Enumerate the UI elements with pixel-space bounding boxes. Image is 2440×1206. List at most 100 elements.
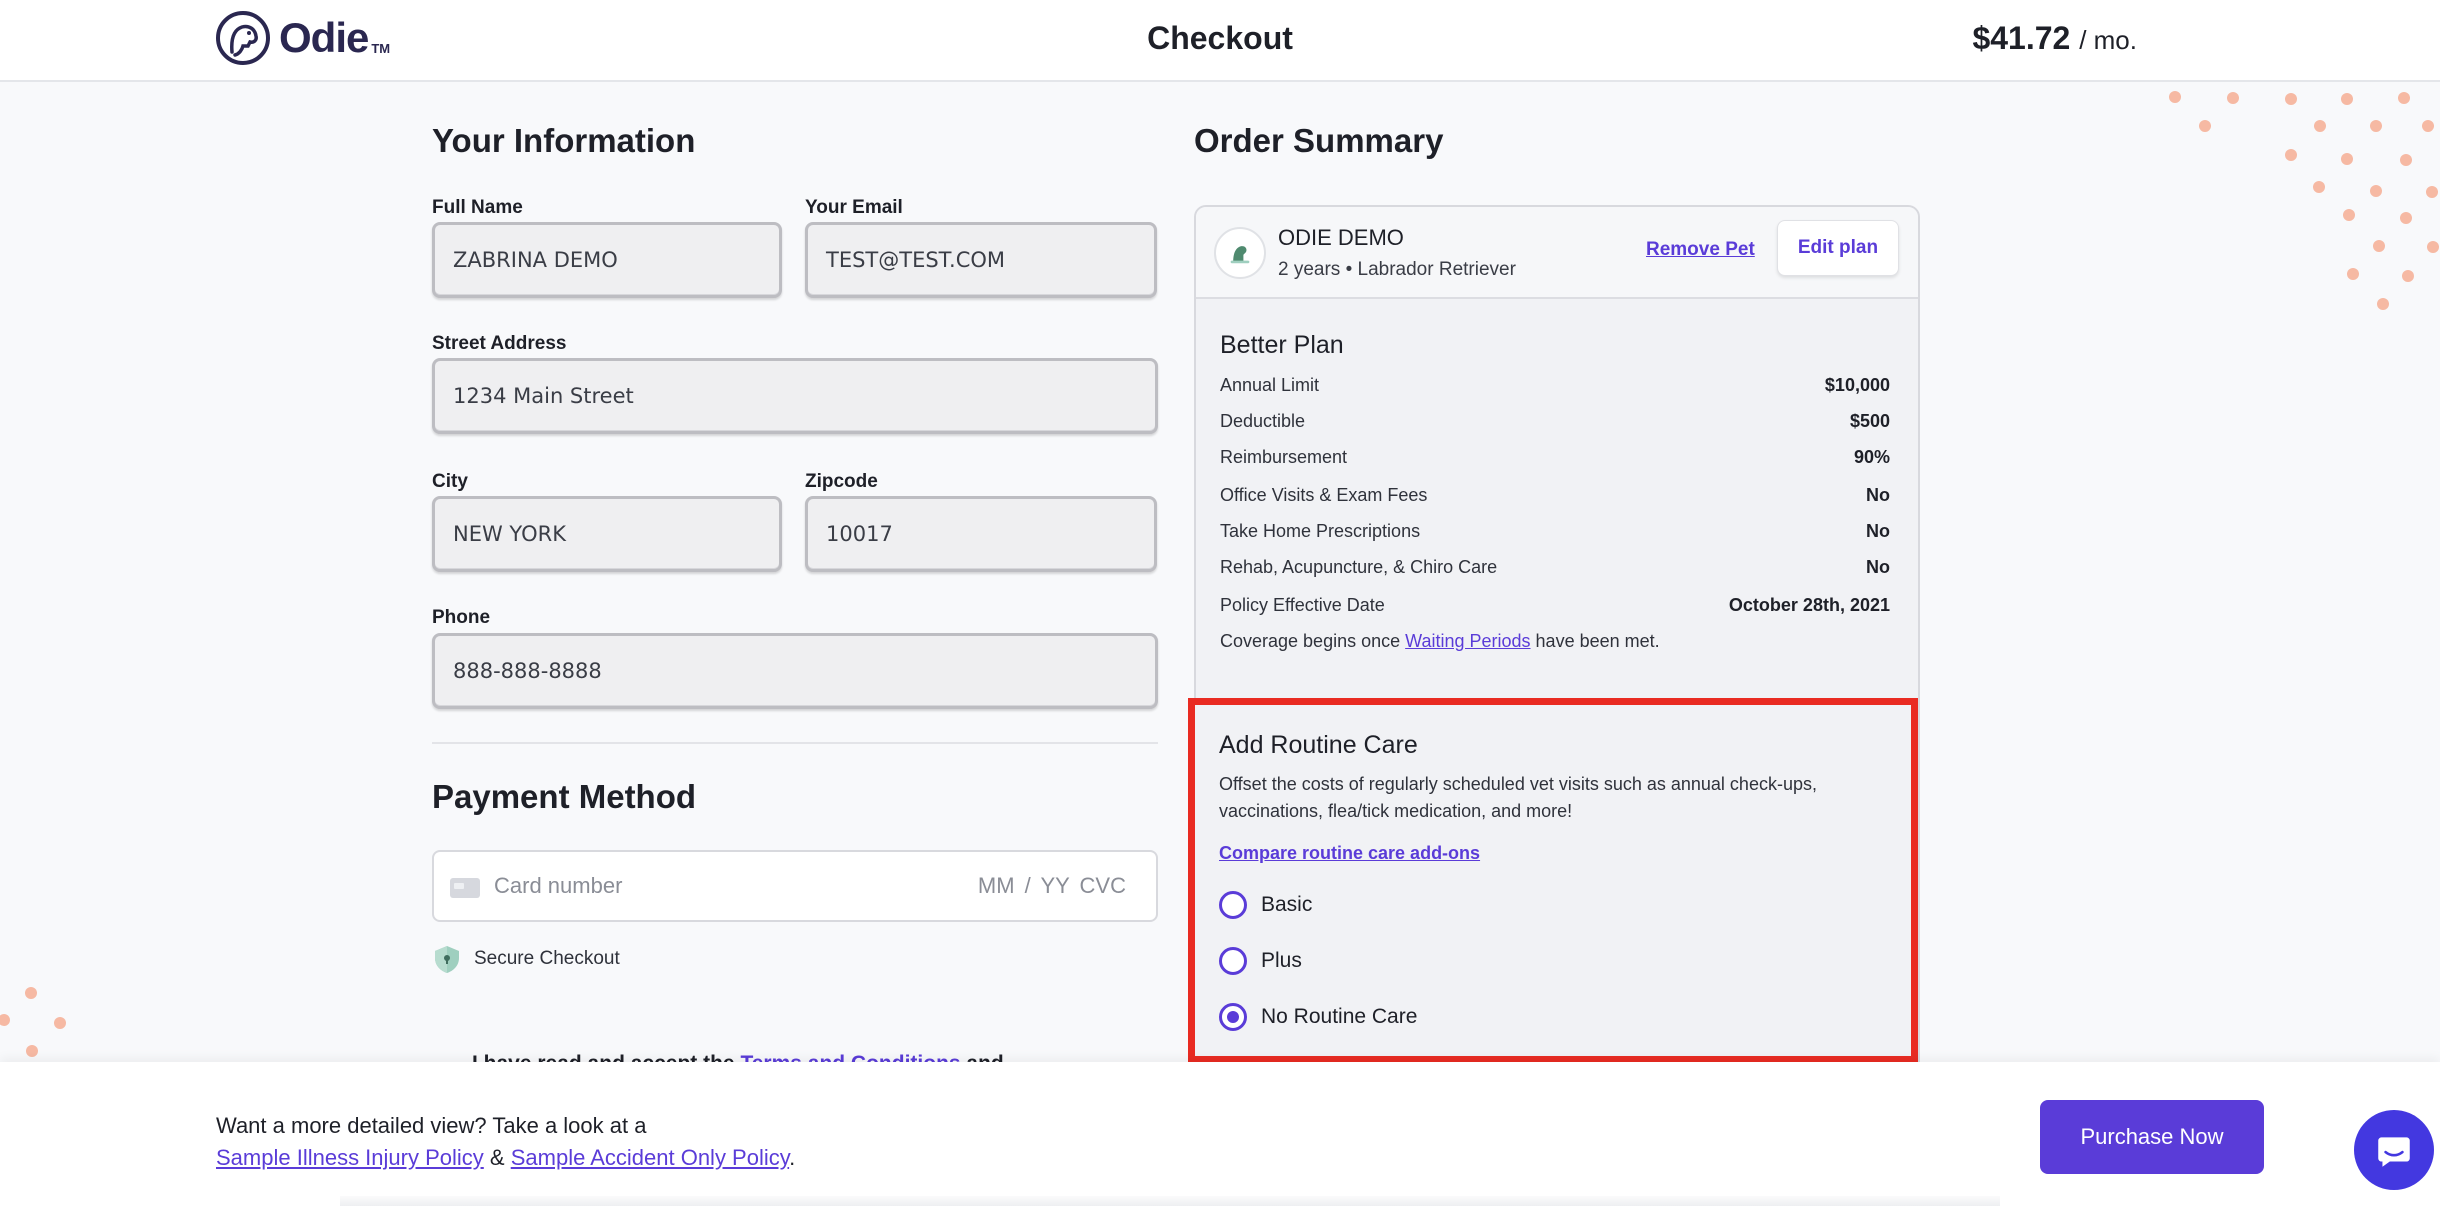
decorative-dot — [2313, 181, 2325, 193]
decorative-dot — [2314, 120, 2326, 132]
decorative-dot — [2400, 154, 2412, 166]
decorative-dot — [2398, 92, 2410, 104]
zipcode-label: Zipcode — [805, 471, 878, 492]
plan-row-label: Annual Limit — [1220, 375, 1320, 395]
plan-row-value: October 28th, 2021 — [1728, 595, 1890, 615]
order-summary-title: Order Summary — [1194, 122, 1444, 159]
phone-field[interactable]: 888-888-8888 — [432, 633, 1158, 709]
chat-bubble-icon — [2378, 1137, 2410, 1167]
radio-plus[interactable] — [1219, 947, 1247, 975]
plan-row-label: Rehab, Acupuncture, & Chiro Care — [1220, 557, 1498, 577]
phone-label: Phone — [432, 607, 491, 628]
price-amount: $41.72 — [1972, 20, 2071, 56]
decorative-dot — [26, 1045, 38, 1057]
card-input[interactable]: Card number MM / YY CVC — [432, 850, 1158, 922]
decorative-dot — [2370, 185, 2382, 197]
payment-method-title: Payment Method — [432, 778, 697, 815]
plan-row-prescriptions: Take Home Prescriptions No — [1220, 521, 1890, 547]
shield-icon — [435, 946, 459, 973]
plan-row-deductible: Deductible $500 — [1220, 411, 1890, 437]
plan-row-value: $500 — [1849, 411, 1890, 431]
waiting-periods-link[interactable]: Waiting Periods — [1405, 631, 1530, 651]
radio-no-routine-care[interactable] — [1219, 1003, 1247, 1031]
your-information-title: Your Information — [432, 122, 696, 159]
email-field[interactable]: TEST@TEST.COM — [805, 222, 1157, 298]
compare-routine-care-link[interactable]: Compare routine care add-ons — [1219, 843, 1480, 864]
decorative-dot — [25, 987, 37, 999]
decorative-dot — [2426, 186, 2438, 198]
decorative-dot — [2422, 120, 2434, 132]
pet-row: ODIE DEMO 2 years • Labrador Retriever R… — [1196, 207, 1918, 299]
plan-row-label: Reimbursement — [1220, 447, 1348, 467]
plan-row-office-visits: Office Visits & Exam Fees No — [1220, 485, 1890, 511]
decorative-dot — [2427, 241, 2439, 253]
full-name-field[interactable]: ZABRINA DEMO — [432, 222, 782, 298]
secure-checkout-label: Secure Checkout — [474, 948, 620, 969]
plan-row-value: 90% — [1853, 447, 1890, 467]
radio-label: Plus — [1261, 949, 1302, 972]
decorative-dot — [2400, 212, 2412, 224]
plan-title: Better Plan — [1220, 331, 1344, 359]
decorative-dot — [2377, 298, 2389, 310]
plan-row-annual-limit: Annual Limit $10,000 — [1220, 375, 1890, 401]
plan-row-effective-date: Policy Effective Date October 28th, 2021 — [1220, 595, 1890, 621]
secure-checkout: Secure Checkout — [432, 944, 620, 974]
city-label: City — [432, 471, 468, 492]
street-address-field[interactable]: 1234 Main Street — [432, 358, 1158, 434]
remove-pet-link[interactable]: Remove Pet — [1646, 239, 1755, 261]
card-number-placeholder: Card number — [494, 873, 623, 898]
decorative-dot — [0, 1014, 10, 1026]
coverage-note: Coverage begins once Waiting Periods hav… — [1220, 631, 1660, 652]
routine-option-basic[interactable]: Basic — [1219, 891, 1312, 919]
zipcode-field[interactable]: 10017 — [805, 496, 1157, 572]
sample-accident-policy-link[interactable]: Sample Accident Only Policy — [511, 1145, 789, 1170]
sample-illness-policy-link[interactable]: Sample Illness Injury Policy — [216, 1145, 484, 1170]
decorative-dot — [2169, 91, 2181, 103]
plan-row-value: No — [1866, 485, 1890, 505]
decorative-dot — [2402, 270, 2414, 282]
decorative-dot — [2347, 268, 2359, 280]
street-address-label: Street Address — [432, 333, 567, 354]
plan-row-rehab: Rehab, Acupuncture, & Chiro Care No — [1220, 557, 1890, 583]
plan-row-label: Take Home Prescriptions — [1220, 521, 1421, 541]
chat-button[interactable] — [2354, 1110, 2434, 1190]
footer-policy-text: Want a more detailed view? Take a look a… — [216, 1110, 795, 1174]
routine-option-plus[interactable]: Plus — [1219, 947, 1302, 975]
radio-label: No Routine Care — [1261, 1005, 1418, 1028]
price-period: / mo. — [2079, 25, 2137, 55]
pet-details: 2 years • Labrador Retriever — [1278, 259, 1516, 280]
plan-row-label: Office Visits & Exam Fees — [1220, 485, 1428, 505]
decorative-dot — [2227, 92, 2239, 104]
plan-row-value: No — [1866, 557, 1890, 577]
email-label: Your Email — [805, 197, 903, 218]
footer-ampersand: & — [489, 1145, 505, 1170]
monthly-price: $41.72 / mo. — [1972, 20, 2137, 57]
decorative-dot — [2341, 153, 2353, 165]
routine-option-none[interactable]: No Routine Care — [1219, 1003, 1417, 1031]
decorative-dot — [2370, 120, 2382, 132]
header: Odie TM Checkout $41.72 / mo. — [0, 0, 2440, 82]
plan-row-label: Policy Effective Date — [1220, 595, 1385, 615]
card-expiry-cvc-placeholder: MM / YY CVC — [977, 873, 1126, 898]
sticky-footer: Want a more detailed view? Take a look a… — [0, 1062, 2440, 1206]
footer-prompt: Want a more detailed view? Take a look a… — [216, 1113, 647, 1138]
pet-name: ODIE DEMO — [1278, 225, 1404, 250]
plan-row-label: Deductible — [1220, 411, 1306, 431]
radio-basic[interactable] — [1219, 891, 1247, 919]
decorative-dot — [2343, 209, 2355, 221]
routine-care-description: Offset the costs of regularly scheduled … — [1219, 774, 1817, 821]
coverage-suffix: have been met. — [1535, 631, 1660, 651]
decorative-dot — [2285, 93, 2297, 105]
edit-plan-button[interactable]: Edit plan — [1777, 220, 1899, 276]
section-divider — [432, 742, 1158, 744]
decorative-dot — [2199, 120, 2211, 132]
purchase-now-button[interactable]: Purchase Now — [2040, 1100, 2264, 1174]
dog-icon — [1230, 246, 1250, 264]
coverage-prefix: Coverage begins once — [1220, 631, 1401, 651]
radio-label: Basic — [1261, 893, 1313, 916]
footer-shadow — [340, 1196, 2000, 1206]
city-field[interactable]: NEW YORK — [432, 496, 782, 572]
routine-care-title: Add Routine Care — [1219, 731, 1418, 759]
plan-row-value: $10,000 — [1824, 375, 1890, 395]
routine-care-section: Add Routine Care Offset the costs of reg… — [1188, 698, 1918, 1063]
